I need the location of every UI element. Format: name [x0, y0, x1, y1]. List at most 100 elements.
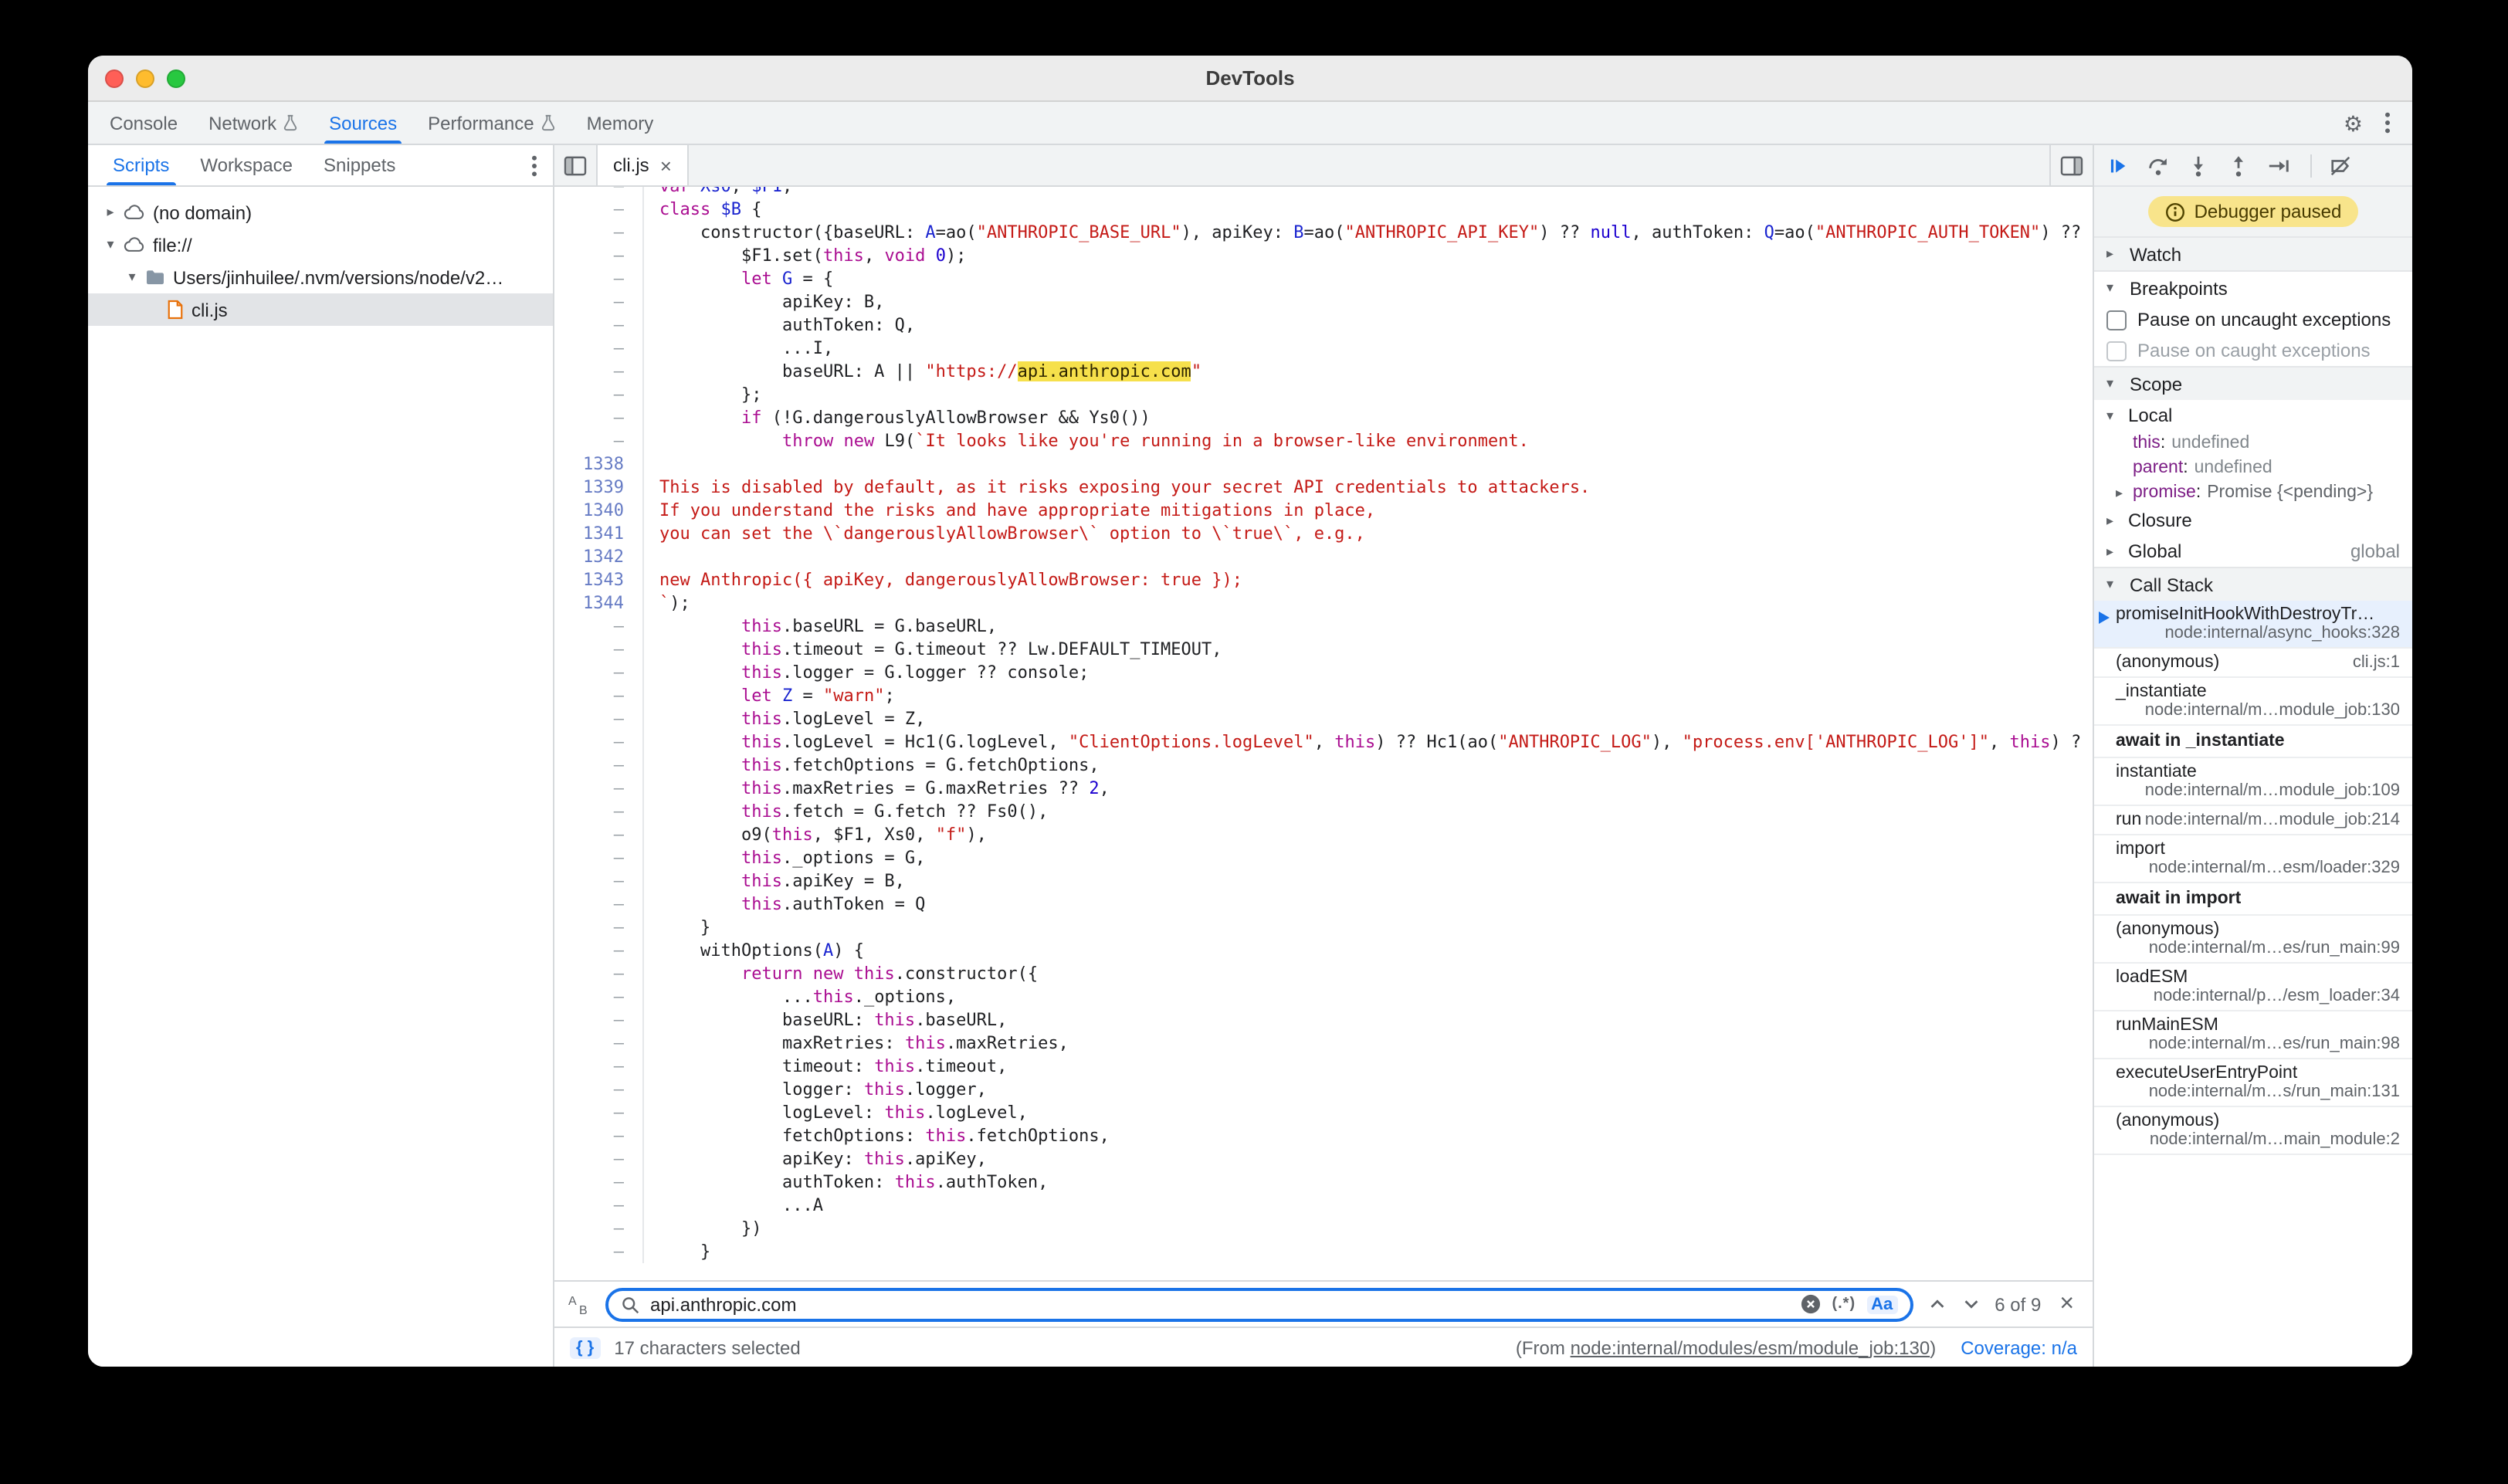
code-line-text[interactable]: this.fetch = G.fetch ?? Fs0(),	[644, 800, 1048, 823]
coverage-link[interactable]: Coverage: n/a	[1961, 1337, 2077, 1358]
code-line-text[interactable]: let Z = "warn";	[644, 684, 895, 707]
code-line-text[interactable]: };	[644, 383, 761, 406]
line-number-gutter[interactable]: –	[554, 939, 644, 962]
line-number-gutter[interactable]: –	[554, 267, 644, 290]
call-stack-frame-anonymous[interactable]: (anonymous)cli.js:1	[2094, 649, 2412, 678]
next-match-button[interactable]	[1961, 1294, 1981, 1314]
line-number-gutter[interactable]: –	[554, 198, 644, 221]
line-number-gutter[interactable]: –	[554, 1124, 644, 1147]
disclosure-triangle-icon[interactable]: ▾	[100, 236, 120, 253]
scope-variable-parent[interactable]: parent:undefined	[2094, 456, 2412, 480]
line-number-gutter[interactable]: –	[554, 962, 644, 985]
line-number-gutter[interactable]: –	[554, 1217, 644, 1240]
code-line-text[interactable]: baseURL: A || "https://api.anthropic.com…	[644, 360, 1201, 383]
code-line-text[interactable]	[644, 452, 659, 476]
code-line-text[interactable]: throw new L9(`It looks like you're runni…	[644, 429, 1529, 452]
line-number-gutter[interactable]: –	[554, 916, 644, 939]
step-out-button-icon[interactable]	[2227, 154, 2250, 177]
search-query-text[interactable]: api.anthropic.com	[650, 1293, 1790, 1315]
tree-item-no-domain[interactable]: ▸(no domain)	[88, 196, 553, 229]
scope-group-global[interactable]: ▸Globalglobal	[2094, 536, 2412, 567]
line-number-gutter[interactable]: –	[554, 429, 644, 452]
call-stack-frame-loadesm[interactable]: loadESMnode:internal/p…/esm_loader:34	[2094, 964, 2412, 1011]
match-case-toggle[interactable]: Aa	[1866, 1295, 1897, 1313]
code-line-text[interactable]: authToken: this.authToken,	[644, 1171, 1048, 1194]
regex-toggle[interactable]: (.*)	[1832, 1296, 1856, 1313]
tab-network[interactable]: Network	[193, 102, 314, 144]
call-stack-frame-promiseinithookwithdestroytr[interactable]: promiseInitHookWithDestroyTr…node:intern…	[2094, 601, 2412, 649]
deactivate-breakpoints-icon[interactable]	[2329, 154, 2352, 177]
letter-case-icon[interactable]: AB	[568, 1293, 591, 1315]
watch-section-header[interactable]: ▸ Watch	[2094, 236, 2412, 270]
disclosure-triangle-icon[interactable]: ▸	[2116, 484, 2133, 501]
scope-section-header[interactable]: ▾ Scope	[2094, 366, 2412, 400]
line-number-gutter[interactable]: –	[554, 1101, 644, 1124]
navigator-tab-scripts[interactable]: Scripts	[97, 145, 185, 185]
disclosure-triangle-icon[interactable]: ▾	[122, 269, 142, 286]
code-line-text[interactable]: this.logLevel = Hc1(G.logLevel, "ClientO…	[644, 730, 2081, 754]
toggle-debugger-icon[interactable]	[2049, 145, 2093, 185]
step-button-icon[interactable]	[2267, 154, 2290, 177]
code-line-text[interactable]: timeout: this.timeout,	[644, 1055, 1007, 1078]
code-line-text[interactable]: new Anthropic({ apiKey, dangerouslyAllow…	[644, 568, 1242, 591]
call-stack-frame-run[interactable]: runnode:internal/m…module_job:214	[2094, 806, 2412, 835]
call-stack-frame-instantiate[interactable]: instantiatenode:internal/m…module_job:10…	[2094, 758, 2412, 806]
close-window-button[interactable]	[105, 69, 124, 87]
line-number-gutter[interactable]: –	[554, 383, 644, 406]
call-stack-frame-executeuserentrypoint[interactable]: executeUserEntryPointnode:internal/m…s/r…	[2094, 1059, 2412, 1107]
line-number-gutter[interactable]: –	[554, 1008, 644, 1032]
line-number-gutter[interactable]: –	[554, 406, 644, 429]
line-number-gutter[interactable]: 1339	[554, 476, 644, 499]
code-line-text[interactable]: this.logLevel = Z,	[644, 707, 925, 730]
code-line-text[interactable]: ...this._options,	[644, 985, 956, 1008]
call-stack-frame-runmainesm[interactable]: runMainESMnode:internal/m…es/run_main:98	[2094, 1011, 2412, 1059]
source-origin-link[interactable]: node:internal/modules/esm/module_job:130	[1571, 1337, 1930, 1358]
line-number-gutter[interactable]: –	[554, 754, 644, 777]
line-number-gutter[interactable]: –	[554, 684, 644, 707]
line-number-gutter[interactable]: –	[554, 244, 644, 267]
code-line-text[interactable]: if (!G.dangerouslyAllowBrowser && Ys0())	[644, 406, 1151, 429]
scope-variable-this[interactable]: this:undefined	[2094, 431, 2412, 456]
line-number-gutter[interactable]: –	[554, 893, 644, 916]
scope-variable-promise[interactable]: ▸promise:Promise {<pending>}	[2094, 480, 2412, 505]
line-number-gutter[interactable]: 1338	[554, 452, 644, 476]
code-line-text[interactable]: ...A	[644, 1194, 823, 1217]
code-line-text[interactable]: authToken: Q,	[644, 313, 915, 337]
code-line-text[interactable]: If you understand the risks and have app…	[644, 499, 1375, 522]
line-number-gutter[interactable]: 1342	[554, 545, 644, 568]
code-line-text[interactable]: })	[644, 1217, 761, 1240]
line-number-gutter[interactable]: –	[554, 777, 644, 800]
line-number-gutter[interactable]: –	[554, 290, 644, 313]
code-line-text[interactable]: baseURL: this.baseURL,	[644, 1008, 1007, 1032]
code-line-text[interactable]: }	[644, 916, 710, 939]
code-line-text[interactable]: fetchOptions: this.fetchOptions,	[644, 1124, 1110, 1147]
checkbox[interactable]	[2106, 341, 2127, 361]
scope-group-local[interactable]: ▾Local	[2094, 400, 2412, 431]
breakpoints-section-header[interactable]: ▾ Breakpoints	[2094, 270, 2412, 304]
code-editor[interactable]: –var Xs0, $F1,–class $B {– constructor({…	[554, 187, 2093, 1280]
search-input[interactable]: api.anthropic.com (.*) Aa	[605, 1287, 1913, 1321]
disclosure-triangle-icon[interactable]: ▸	[100, 204, 120, 221]
code-line-text[interactable]: }	[644, 1240, 710, 1263]
pretty-print-toggle[interactable]: { }	[570, 1337, 600, 1358]
code-line-text[interactable]: this.apiKey = B,	[644, 869, 905, 893]
tree-item-file[interactable]: ▾file://	[88, 229, 553, 261]
code-line-text[interactable]: logger: this.logger,	[644, 1078, 987, 1101]
navigator-tab-workspace[interactable]: Workspace	[185, 145, 308, 185]
line-number-gutter[interactable]: 1340	[554, 499, 644, 522]
tab-console[interactable]: Console	[94, 102, 193, 144]
code-line-text[interactable]: this.baseURL = G.baseURL,	[644, 615, 997, 638]
settings-gear-icon[interactable]: ⚙	[2344, 112, 2363, 134]
code-line-text[interactable]: var Xs0, $F1,	[644, 187, 792, 198]
previous-match-button[interactable]	[1927, 1294, 1947, 1314]
line-number-gutter[interactable]: –	[554, 800, 644, 823]
scope-group-closure[interactable]: ▸Closure	[2094, 505, 2412, 536]
line-number-gutter[interactable]: –	[554, 313, 644, 337]
line-number-gutter[interactable]: –	[554, 337, 644, 360]
line-number-gutter[interactable]: 1343	[554, 568, 644, 591]
line-number-gutter[interactable]: –	[554, 1240, 644, 1263]
code-line-text[interactable]: this.maxRetries = G.maxRetries ?? 2,	[644, 777, 1110, 800]
close-tab-icon[interactable]: ×	[660, 155, 672, 175]
line-number-gutter[interactable]: –	[554, 869, 644, 893]
code-line-text[interactable]	[644, 545, 659, 568]
